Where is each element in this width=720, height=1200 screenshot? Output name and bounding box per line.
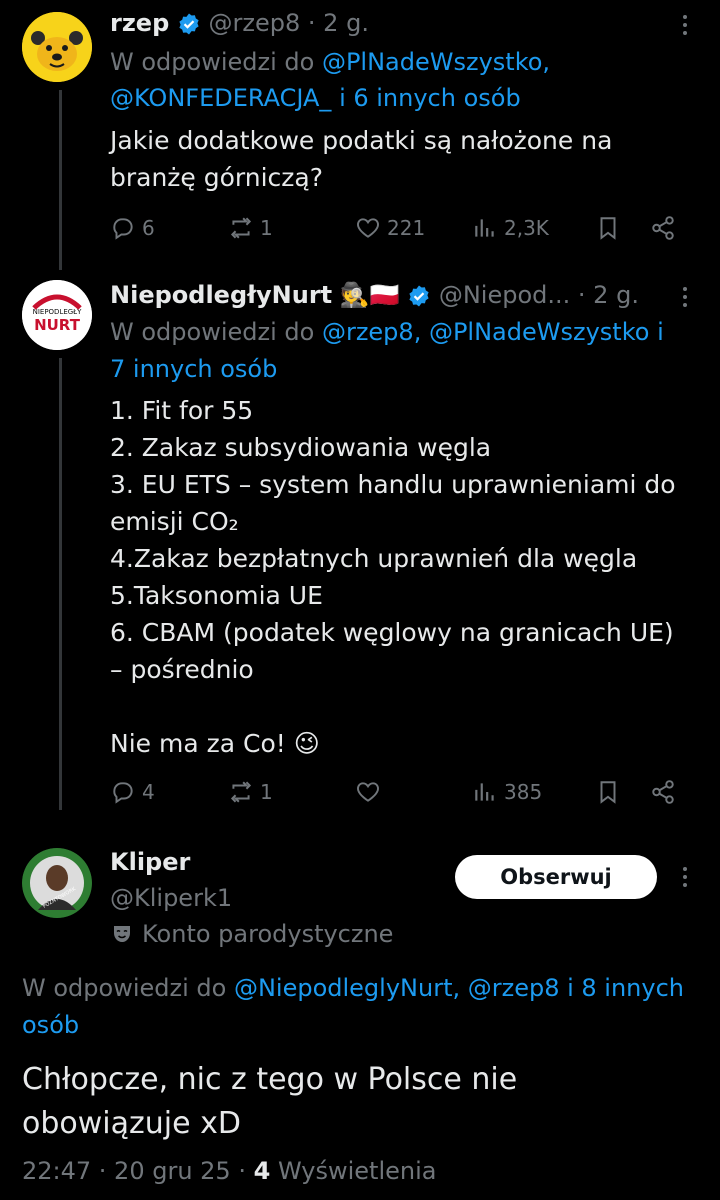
tweet-text-line: Jakie dodatkowe podatki są nałożone na — [110, 126, 613, 155]
reply-button[interactable]: 4 — [110, 772, 155, 812]
timestamp[interactable]: 22:47 · 20 gru 25 · — [22, 1157, 246, 1185]
tweet-text-line: Chłopcze, nic z tego w Polsce nie — [22, 1062, 518, 1097]
handle[interactable]: @Kliperk1 — [110, 880, 393, 916]
views-count: 4 — [253, 1157, 271, 1185]
display-name[interactable]: Kliper — [110, 844, 393, 880]
list-item: emisji CO₂ — [110, 507, 239, 536]
closing-line: Nie ma za Co! 😉 — [110, 729, 320, 758]
reply-others[interactable]: 7 innych osób — [110, 355, 277, 383]
tweet-text-line: branżę górniczą? — [110, 163, 324, 192]
reply-mention-1[interactable]: @PlNadeWszystko, — [322, 48, 550, 76]
avatar-kliper[interactable]: POZNTOWORK — [22, 848, 92, 918]
list-item: 6. CBAM (podatek węglowy na granicach UE… — [110, 618, 674, 647]
display-name[interactable]: NiepodległyNurt — [110, 281, 332, 309]
reply-others-i[interactable]: i — [657, 318, 664, 346]
views-button[interactable]: 2,3K — [472, 208, 549, 248]
nurt-logo-icon: NIEPODLEGŁY NURT — [22, 280, 92, 350]
tweet1-header: rzep @rzep8 · 2 g. — [110, 6, 369, 40]
views-count: 2,3K — [504, 216, 549, 240]
avatar-rzep[interactable] — [22, 12, 92, 82]
views-label: Wyświetlenia — [277, 1157, 437, 1185]
verified-badge-icon — [409, 285, 429, 307]
tweet-text: Jakie dodatkowe podatki są nałożone na b… — [110, 122, 700, 196]
more-options-icon[interactable] — [670, 282, 700, 312]
like-count: 221 — [387, 216, 426, 240]
name-emojis: 🕵️🇵🇱 — [339, 281, 400, 309]
repost-count: 1 — [260, 780, 273, 804]
reply-others[interactable]: i 6 innych osób — [339, 84, 521, 112]
views-button[interactable]: 385 — [472, 772, 542, 812]
time[interactable]: · 2 g. — [308, 9, 369, 37]
handle[interactable]: @Niepod... — [439, 281, 570, 309]
avatar-text: NURT — [34, 316, 81, 334]
reply-count: 6 — [142, 216, 155, 240]
tweet3-author: Kliper @Kliperk1 Konto parodystyczne — [110, 844, 393, 952]
repost-button[interactable]: 1 — [228, 772, 273, 812]
parody-label-text: Konto parodystyczne — [142, 920, 394, 948]
bookmark-button[interactable] — [595, 772, 621, 812]
more-options-icon[interactable] — [670, 10, 700, 40]
views-chart-icon — [475, 219, 494, 237]
list-item: – pośrednio — [110, 655, 254, 684]
tweet-meta: 22:47 · 20 gru 25 · 4 Wyświetlenia — [22, 1154, 436, 1188]
views-chart-icon — [475, 783, 494, 801]
heart-icon — [357, 218, 379, 238]
follow-button[interactable]: Obserwuj — [455, 855, 657, 899]
repost-icon — [230, 781, 252, 803]
list-item: 1. Fit for 55 — [110, 396, 254, 425]
reply-mentions[interactable]: @NiepodleglyNurt, @rzep8 — [234, 974, 560, 1002]
parody-label: Konto parodystyczne — [110, 916, 393, 952]
avatar-niepodleglynurt[interactable]: NIEPODLEGŁY NURT — [22, 280, 92, 350]
bookmark-icon — [600, 217, 616, 240]
tweet1-actions: 6 1 221 2,3K — [110, 208, 690, 248]
share-icon — [652, 216, 674, 240]
reply-count: 4 — [142, 780, 155, 804]
person-avatar-icon: POZNTOWORK — [22, 848, 92, 918]
reply-icon — [113, 218, 133, 240]
thread-line — [59, 358, 62, 810]
more-options-icon[interactable] — [670, 862, 700, 892]
reply-context: W odpowiedzi do @NiepodleglyNurt, @rzep8… — [22, 970, 720, 1044]
parody-mask-icon — [114, 926, 130, 942]
like-button[interactable] — [355, 772, 381, 812]
list-item: 5.Taksonomia UE — [110, 581, 323, 610]
thread-line — [59, 90, 62, 270]
tweet-text-line: obowiązuje xD — [22, 1106, 241, 1141]
reply-others[interactable]: i 8 innych — [567, 974, 684, 1002]
list-item: 3. EU ETS – system handlu uprawnieniami … — [110, 470, 676, 499]
handle[interactable]: @rzep8 — [209, 9, 301, 37]
tweet2-header: NiepodległyNurt 🕵️🇵🇱 @Niepod... · 2 g. — [110, 278, 639, 312]
heart-icon — [357, 782, 379, 802]
reply-others-cont[interactable]: osób — [22, 1007, 720, 1044]
repost-button[interactable]: 1 — [228, 208, 273, 248]
verified-badge-icon — [179, 13, 199, 35]
like-button[interactable]: 221 — [355, 208, 425, 248]
reply-mentions[interactable]: @rzep8, @PlNadeWszystko — [322, 318, 649, 346]
display-name[interactable]: rzep — [110, 9, 169, 37]
reply-context: W odpowiedzi do @rzep8, @PlNadeWszystko … — [110, 314, 710, 388]
reply-icon — [113, 782, 133, 804]
reply-prefix: W odpowiedzi do — [22, 974, 227, 1002]
reply-context: W odpowiedzi do @PlNadeWszystko, @KONFED… — [110, 44, 700, 116]
reply-prefix: W odpowiedzi do — [110, 48, 315, 76]
views-count: 385 — [504, 780, 543, 804]
reply-prefix: W odpowiedzi do — [110, 318, 315, 346]
bookmark-icon — [600, 781, 616, 804]
avatar-text: NIEPODLEGŁY — [33, 308, 83, 316]
time[interactable]: · 2 g. — [578, 281, 639, 309]
bear-avatar-icon — [22, 12, 92, 82]
repost-count: 1 — [260, 216, 273, 240]
share-button[interactable] — [650, 772, 676, 812]
share-button[interactable] — [650, 208, 676, 248]
tweet-text: Chłopcze, nic z tego w Polsce nie obowią… — [22, 1058, 712, 1146]
share-icon — [652, 780, 674, 804]
list-item: 2. Zakaz subsydiowania węgla — [110, 433, 492, 462]
reply-mention-2[interactable]: @KONFEDERACJA_ — [110, 84, 331, 112]
tweet2-actions: 4 1 385 — [110, 772, 690, 812]
bookmark-button[interactable] — [595, 208, 621, 248]
list-item: 4.Zakaz bezpłatnych uprawnień dla węgla — [110, 544, 638, 573]
repost-icon — [230, 217, 252, 239]
tweet-text: 1. Fit for 55 2. Zakaz subsydiowania węg… — [110, 392, 710, 762]
reply-button[interactable]: 6 — [110, 208, 155, 248]
